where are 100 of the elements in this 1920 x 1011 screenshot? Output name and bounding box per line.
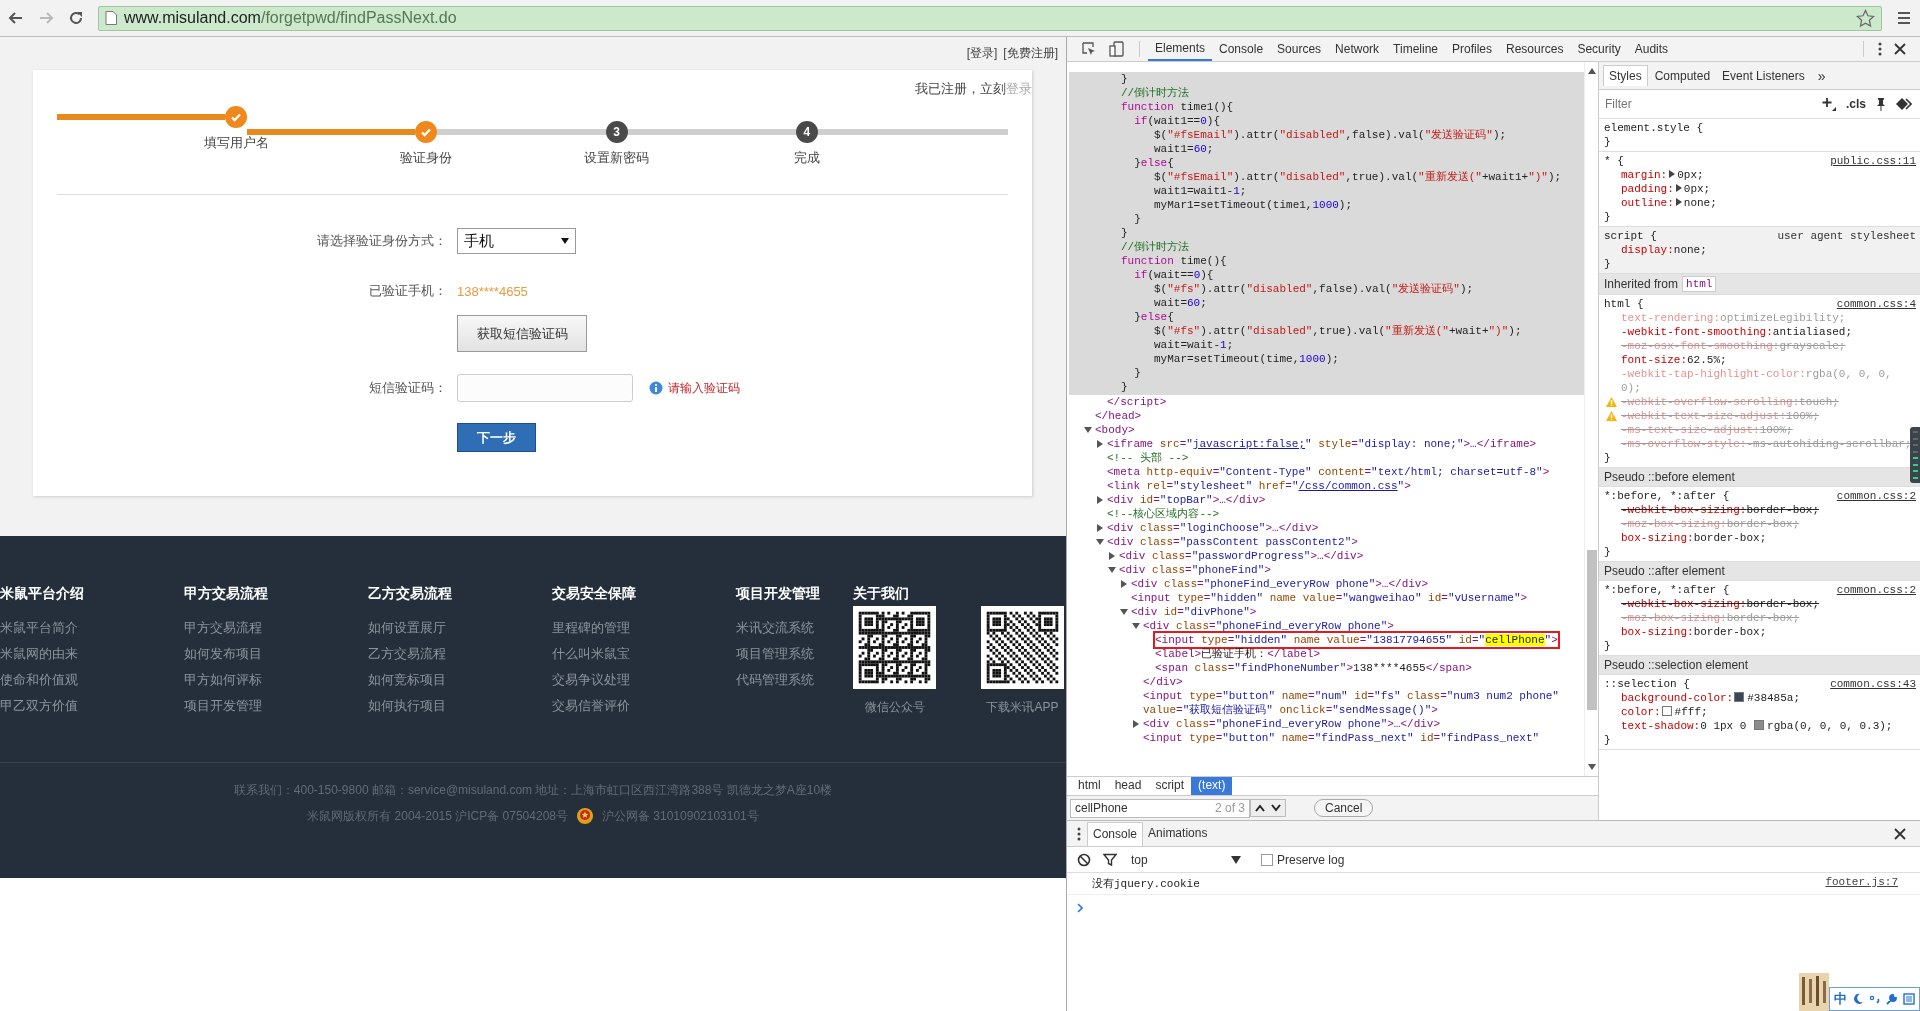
html-tag-line[interactable]: <div id="divPhone">	[1131, 605, 1257, 619]
drawer-tab[interactable]: Console	[1087, 821, 1144, 846]
triangle-icon[interactable]	[1096, 440, 1104, 448]
footer-link[interactable]: 代码管理系统	[736, 671, 853, 688]
more-options-icon[interactable]	[1077, 826, 1081, 841]
previous-match-icon[interactable]	[1255, 804, 1265, 812]
sms-code-field[interactable]	[457, 374, 633, 402]
html-tag-line[interactable]: <div id="topBar">…</div>	[1107, 493, 1266, 507]
triangle-icon[interactable]	[1132, 622, 1140, 630]
color-swatch-icon[interactable]	[1734, 692, 1745, 702]
styles-tab[interactable]: Event Listeners	[1717, 65, 1810, 86]
triangle-icon[interactable]	[1120, 608, 1128, 616]
footer-link[interactable]: 如何执行项目	[368, 697, 552, 714]
verify-method-select[interactable]: 手机	[457, 228, 576, 254]
css-property[interactable]: padding: 0px;	[1621, 182, 1711, 196]
wrench-icon[interactable]	[1886, 993, 1898, 1005]
cancel-button[interactable]: Cancel	[1314, 799, 1374, 817]
html-tag-line[interactable]: </head>	[1095, 409, 1142, 423]
html-tag-line[interactable]: <input type="button" name="num" id="fs" class="num3 num2 phone" value="获取短信验证码" onclick="sendMessage()">	[1143, 689, 1580, 717]
close-icon[interactable]	[1894, 43, 1906, 55]
html-tag-line[interactable]: <input type="hidden" name value="wangweihao" id="vUsername">	[1131, 591, 1528, 605]
clear-console-icon[interactable]	[1077, 852, 1091, 867]
footer-link[interactable]: 甲方交易流程	[184, 619, 368, 636]
footer-link[interactable]: 项目开发管理	[184, 697, 368, 714]
html-tag-line[interactable]: </script>	[1107, 395, 1167, 409]
bookmark-star-icon[interactable]	[1856, 8, 1875, 28]
back-icon[interactable]	[8, 10, 24, 26]
html-tag-line[interactable]: <input type="hidden" name value="13817794655" id="cellPhone">	[1155, 633, 1558, 647]
source-link[interactable]: footer.js:7	[1825, 876, 1898, 891]
top-link[interactable]: [免费注册]	[1003, 45, 1058, 62]
menu-icon[interactable]	[1896, 10, 1912, 26]
footer-link[interactable]: 里程碑的管理	[552, 619, 736, 636]
css-property[interactable]: display:none;	[1621, 243, 1707, 257]
css-property[interactable]: -webkit-box-sizing:border-box;	[1621, 503, 1820, 517]
reload-icon[interactable]	[68, 10, 84, 26]
html-tag-line[interactable]: <!--核心区域内容-->	[1107, 507, 1220, 521]
css-property[interactable]: color: #fff;	[1621, 705, 1708, 719]
more-options-icon[interactable]	[1878, 42, 1882, 56]
scroll-down-icon[interactable]	[1587, 764, 1596, 771]
footer-link[interactable]: 交易争议处理	[552, 671, 736, 688]
triangle-icon[interactable]	[1108, 552, 1116, 560]
input-mode[interactable]: 中	[1834, 990, 1847, 1008]
breadcrumb-item[interactable]: (text)	[1191, 777, 1233, 796]
triangle-icon[interactable]	[1132, 720, 1140, 728]
breadcrumb-item[interactable]: script	[1148, 777, 1192, 796]
css-property[interactable]: margin: 0px;	[1621, 168, 1704, 182]
css-property[interactable]: font-size:62.5%;	[1621, 353, 1727, 367]
styles-tab[interactable]: Computed	[1649, 65, 1716, 86]
html-tag-line[interactable]: <input type="button" name="findPass_next" id="findPass_next"	[1143, 731, 1540, 745]
styles-tab[interactable]: Styles	[1603, 65, 1648, 86]
color-swatch-icon[interactable]	[1754, 720, 1765, 730]
html-tag-line[interactable]: <body>	[1095, 423, 1135, 437]
punctuation-icon[interactable]	[1869, 993, 1881, 1005]
new-rule-icon[interactable]	[1822, 97, 1836, 111]
css-property[interactable]: background-color: #38485a;	[1621, 691, 1801, 705]
filter-icon[interactable]	[1103, 852, 1117, 867]
triangle-icon[interactable]	[1108, 566, 1116, 574]
footer-link[interactable]: 乙方交易流程	[368, 645, 552, 662]
css-property[interactable]: box-sizing:border-box;	[1621, 625, 1767, 639]
source-link[interactable]: public.css:11	[1830, 154, 1916, 168]
footer-link[interactable]: 米鼠平台简介	[0, 619, 184, 636]
breadcrumb-item[interactable]: html	[1071, 777, 1108, 796]
html-tag-line[interactable]: <div class="phoneFind_everyRow phone">…</div>	[1131, 577, 1429, 591]
html-tag-line[interactable]: <label>已验证手机：</label>	[1155, 647, 1321, 661]
more-tabs[interactable]: »	[1811, 67, 1832, 84]
close-icon[interactable]	[1894, 827, 1906, 840]
html-tag-line[interactable]: <div class="passwordProgress">…</div>	[1119, 549, 1364, 563]
devtools-tab[interactable]: Profiles	[1445, 37, 1500, 61]
css-property[interactable]: outline: none;	[1621, 196, 1717, 210]
color-format-icon[interactable]	[1896, 98, 1912, 110]
css-property[interactable]: -webkit-font-smoothing:antialiased;	[1621, 325, 1853, 339]
source-link[interactable]: common.css:2	[1836, 489, 1916, 503]
html-tag-line[interactable]: <div class="phoneFind">	[1119, 563, 1271, 577]
get-sms-code-button[interactable]: 获取短信验证码	[457, 315, 587, 352]
moon-icon[interactable]	[1852, 993, 1864, 1005]
scroll-up-icon[interactable]	[1587, 68, 1596, 74]
prompt-icon[interactable]	[1077, 903, 1083, 913]
html-tag-line[interactable]: <meta http-equiv="Content-Type" content="text/html; charset=utf-8">	[1107, 465, 1550, 479]
footer-link[interactable]: 甲乙双方价值	[0, 697, 184, 714]
html-tag-line[interactable]: <span class="findPhoneNumber">138****4655</span>	[1155, 661, 1472, 675]
footer-link[interactable]: 使命和价值观	[0, 671, 184, 688]
devtools-tab[interactable]: Elements	[1148, 37, 1213, 61]
color-swatch-icon[interactable]	[1661, 706, 1672, 716]
keyboard-icon[interactable]	[1903, 993, 1915, 1005]
element-badge[interactable]: html	[1682, 276, 1717, 292]
breadcrumb-item[interactable]: head	[1107, 777, 1149, 796]
css-property[interactable]: -webkit-box-sizing:border-box;	[1621, 597, 1820, 611]
triangle-icon[interactable]	[1096, 496, 1104, 504]
footer-link[interactable]: 交易信誉评价	[552, 697, 736, 714]
devtools-tab[interactable]: Resources	[1499, 37, 1571, 61]
html-tag-line[interactable]: <link rel="stylesheet" href="/css/common.css">	[1107, 479, 1411, 493]
next-step-button[interactable]: 下一步	[457, 423, 536, 452]
html-tag-line[interactable]: </div>	[1143, 675, 1183, 689]
top-link[interactable]: [登录]	[966, 45, 998, 62]
html-tag-line[interactable]: <div class="passContent passContent2">	[1107, 535, 1358, 549]
footer-link[interactable]: 米鼠网的由来	[0, 645, 184, 662]
html-tag-line[interactable]: <!-- 头部 -->	[1107, 451, 1189, 465]
devtools-tab[interactable]: Security	[1570, 37, 1628, 61]
devtools-tab[interactable]: Console	[1212, 37, 1271, 61]
device-icon[interactable]	[1109, 41, 1125, 57]
